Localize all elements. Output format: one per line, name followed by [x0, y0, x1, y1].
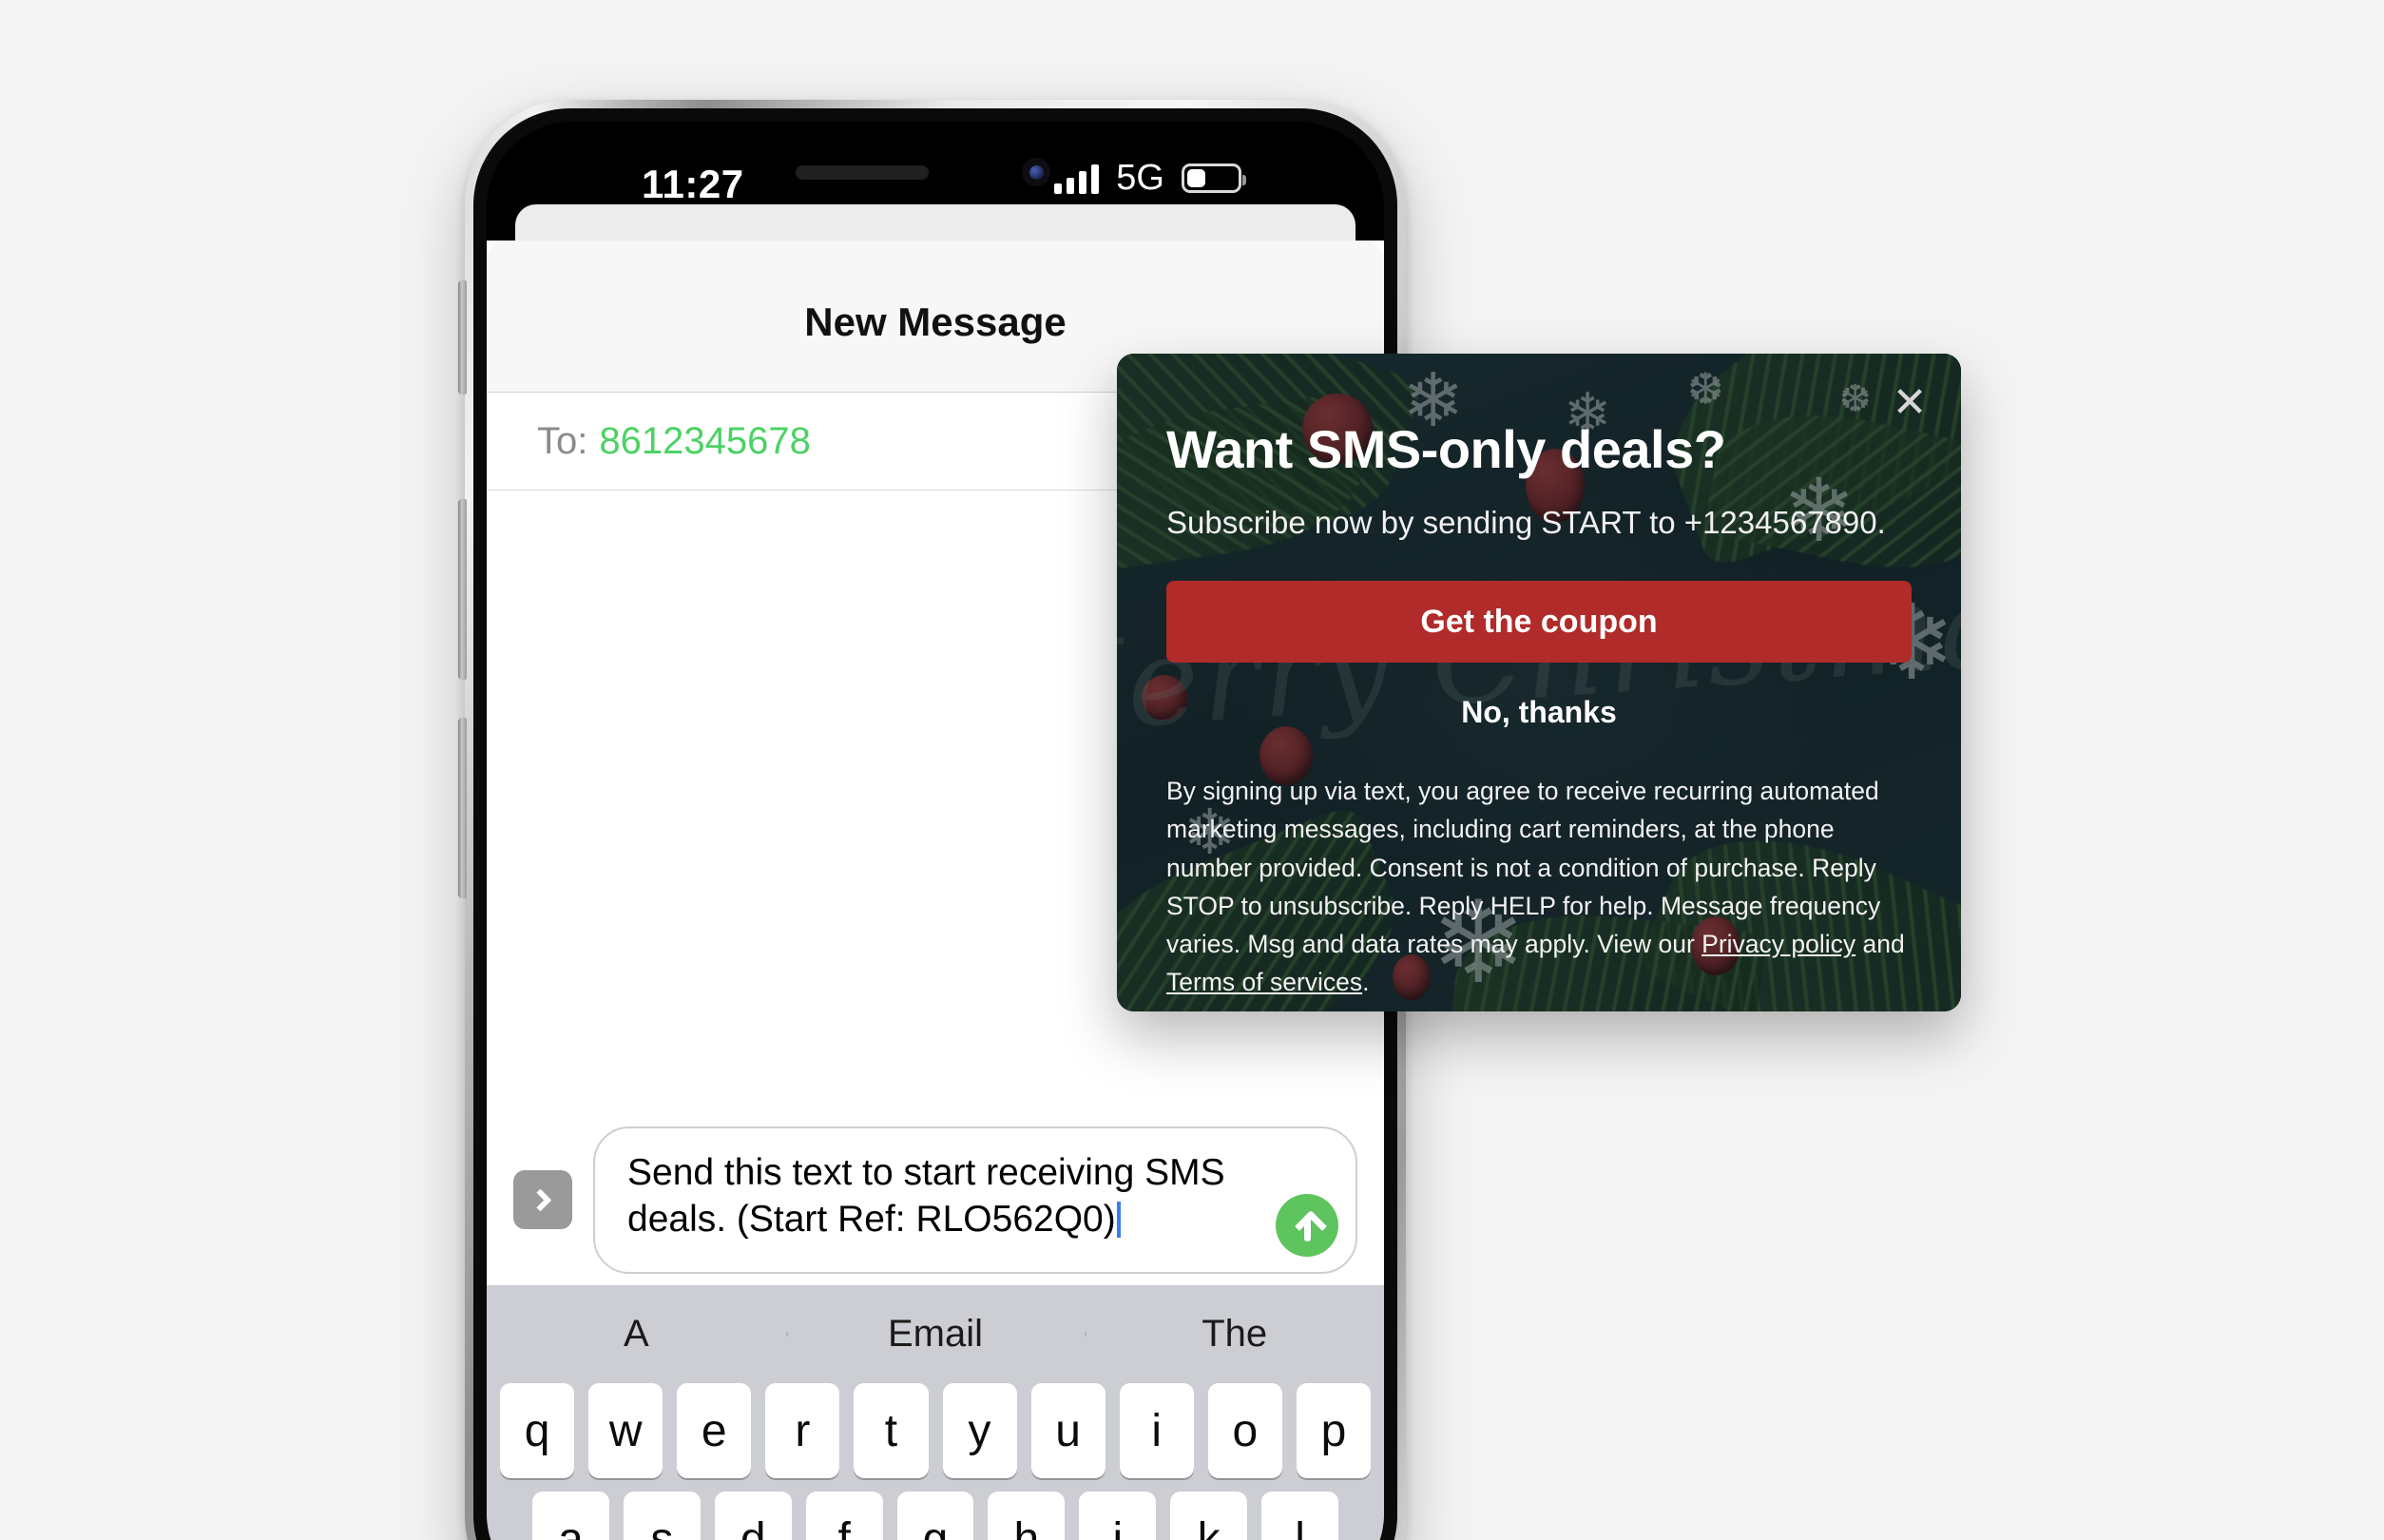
suggestion-2[interactable]: The: [1085, 1313, 1384, 1356]
key-e[interactable]: e: [677, 1383, 752, 1478]
chevron-right-icon[interactable]: [513, 1170, 572, 1229]
modal-subtitle: Subscribe now by sending START to +12345…: [1166, 505, 1886, 540]
message-composer: Send this text to start receiving SMS de…: [487, 1114, 1384, 1285]
key-d[interactable]: d: [714, 1492, 792, 1540]
key-r[interactable]: r: [765, 1383, 840, 1478]
fine-print: By signing up via text, you agree to rec…: [1166, 772, 1912, 1002]
fine-print-period: .: [1362, 968, 1370, 997]
privacy-policy-link[interactable]: Privacy policy: [1701, 930, 1855, 958]
key-u[interactable]: u: [1030, 1383, 1105, 1478]
recipient-value: 8612345678: [599, 419, 811, 462]
earpiece-speaker-icon: [796, 165, 929, 180]
arrow-up-icon: [1293, 1209, 1321, 1242]
key-f[interactable]: f: [805, 1492, 883, 1540]
volume-up-button[interactable]: [458, 499, 467, 680]
key-g[interactable]: g: [896, 1492, 974, 1540]
sms-signup-modal: ❄ ❄ ❄ ❄ ❄ ❄ ❆ ❆ Merry Christmas ✕ Want S…: [1117, 354, 1961, 1011]
close-icon[interactable]: ✕: [1887, 380, 1932, 426]
key-o[interactable]: o: [1207, 1383, 1282, 1478]
key-w[interactable]: w: [588, 1383, 663, 1478]
modal-content: ✕ Want SMS-only deals? Subscribe now by …: [1117, 354, 1961, 1011]
notch: [779, 146, 1092, 202]
message-input-text: Send this text to start receiving SMS de…: [627, 1151, 1225, 1241]
battery-icon: [1182, 164, 1246, 193]
key-y[interactable]: y: [942, 1383, 1017, 1478]
no-thanks-button[interactable]: No, thanks: [1166, 695, 1912, 730]
suggestion-0[interactable]: A: [487, 1313, 786, 1356]
key-i[interactable]: i: [1119, 1383, 1194, 1478]
modal-title: Want SMS-only deals?: [1166, 419, 1726, 479]
key-p[interactable]: p: [1296, 1383, 1371, 1478]
key-h[interactable]: h: [988, 1492, 1066, 1540]
signal-bars-icon: [1054, 164, 1100, 194]
key-l[interactable]: l: [1261, 1492, 1339, 1540]
send-button[interactable]: [1276, 1193, 1338, 1257]
key-q[interactable]: q: [500, 1383, 575, 1478]
terms-of-services-link[interactable]: Terms of services: [1166, 968, 1362, 996]
keyboard-row-1: q w e r t y u i o p: [487, 1383, 1384, 1478]
keyboard-row-2: a s d f g h j k l: [487, 1492, 1384, 1540]
key-a[interactable]: a: [532, 1492, 609, 1540]
message-input[interactable]: Send this text to start receiving SMS de…: [593, 1126, 1357, 1274]
key-t[interactable]: t: [854, 1383, 929, 1478]
network-label: 5G: [1116, 158, 1164, 198]
front-camera-icon: [1022, 158, 1050, 186]
keyboard-suggestions: A Email The: [487, 1285, 1384, 1383]
key-s[interactable]: s: [623, 1492, 701, 1540]
fine-print-conjunction: and: [1855, 930, 1905, 959]
volume-down-button[interactable]: [458, 718, 467, 898]
on-screen-keyboard: A Email The q w e r t y u i o p a s d f …: [487, 1285, 1384, 1540]
key-k[interactable]: k: [1170, 1492, 1248, 1540]
status-clock: 11:27: [642, 162, 744, 206]
text-caret: [1116, 1202, 1121, 1239]
get-coupon-button[interactable]: Get the coupon: [1166, 581, 1912, 663]
mute-switch[interactable]: [458, 280, 467, 395]
page-title: New Message: [804, 299, 1067, 344]
screenshot-stage: 11:27 5G New Message To: 8612345678 Send…: [0, 0, 2384, 1540]
key-j[interactable]: j: [1079, 1492, 1157, 1540]
status-indicators: 5G: [1054, 158, 1246, 199]
suggestion-1[interactable]: Email: [785, 1313, 1086, 1356]
recipient-label: To:: [537, 419, 588, 462]
